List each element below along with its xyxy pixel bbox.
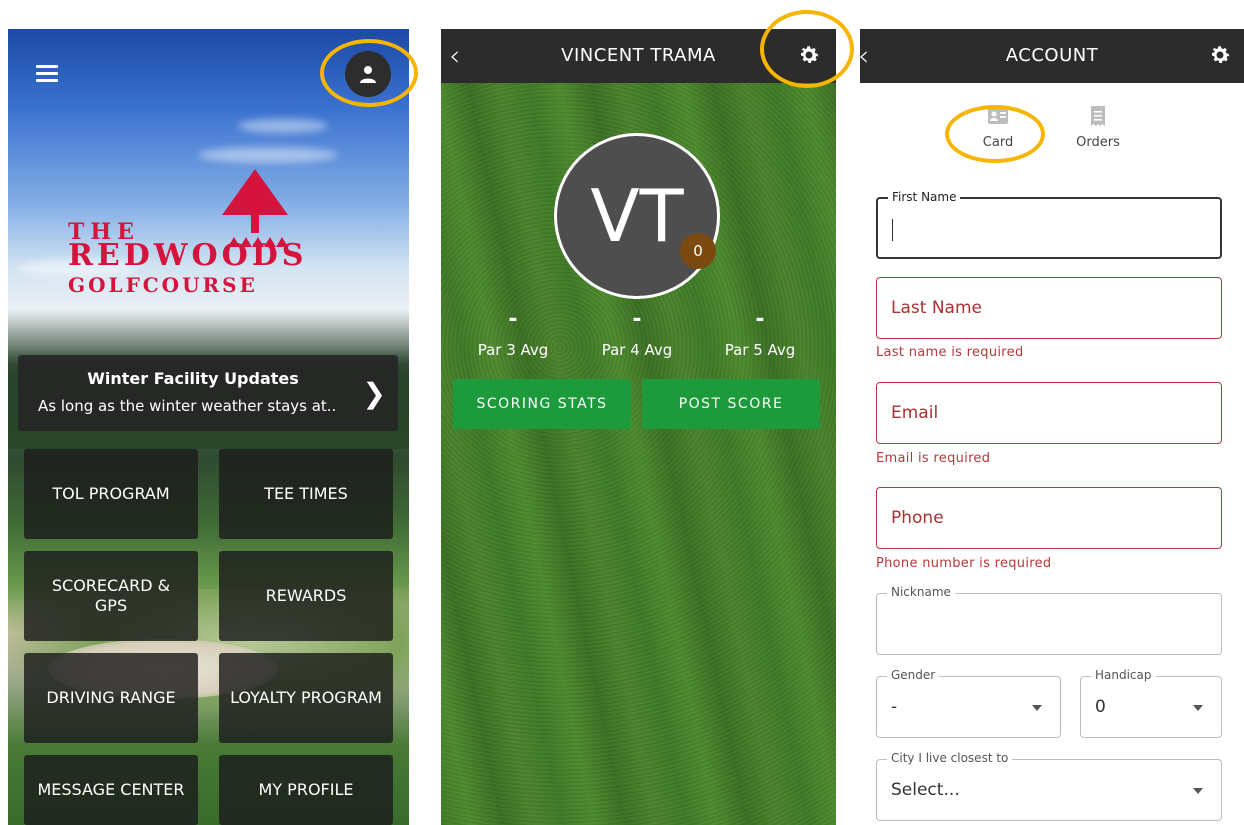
logo-line-2: REDWOODS [68,238,308,273]
last-name-field[interactable]: Last Name [876,277,1222,339]
home-screen: THE REDWOODS GOLFCOURSE Winter Facility … [8,29,409,825]
email-placeholder: Email [891,403,939,423]
phone-placeholder: Phone [891,508,944,528]
stat-value: - [632,307,642,332]
tab-orders-label: Orders [1076,135,1120,150]
stat-label: Par 4 Avg [601,341,673,359]
profile-title: VINCENT TRAMA [561,45,716,66]
gear-icon[interactable] [797,43,821,67]
chevron-down-icon [1193,705,1203,711]
profile-header: ‹ VINCENT TRAMA [441,29,836,83]
last-name-error: Last name is required [876,345,1024,360]
tab-orders[interactable]: Orders [1063,105,1133,150]
tile-tol-program[interactable]: TOL PROGRAM [24,449,198,539]
tile-tee-times[interactable]: TEE TIMES [219,449,393,539]
city-select[interactable]: City I live closest to Select... [876,751,1222,821]
email-error: Email is required [876,451,991,466]
first-name-field[interactable]: First Name [876,190,1222,259]
banner-title: Winter Facility Updates [87,369,299,388]
first-name-label: First Name [888,190,961,204]
tile-loyalty-program[interactable]: LOYALTY PROGRAM [219,653,393,743]
post-score-button[interactable]: POST SCORE [642,379,820,429]
nickname-field[interactable]: Nickname [876,585,1222,655]
cloud [238,119,328,133]
banner-subtitle: As long as the winter weather stays at.. [38,397,337,415]
email-field[interactable]: Email [876,382,1222,444]
account-screen: ‹ ACCOUNT Card Orders First Name Last Na… [860,29,1244,825]
hamburger-menu-icon[interactable] [36,65,58,83]
nickname-label: Nickname [887,585,955,599]
user-icon [360,66,376,83]
logo-line-3: GOLFCOURSE [68,273,258,297]
news-banner[interactable]: Winter Facility Updates As long as the w… [18,355,398,431]
tab-card[interactable]: Card [963,105,1033,150]
handicap-select[interactable]: Handicap 0 [1080,668,1222,738]
gear-icon[interactable] [1208,43,1232,67]
phone-field[interactable]: Phone [876,487,1222,549]
last-name-placeholder: Last Name [891,298,982,318]
gender-value: - [891,697,898,717]
profile-avatar[interactable]: VT [554,133,720,299]
scoring-stats-button[interactable]: SCORING STATS [453,379,631,429]
phone-error: Phone number is required [876,556,1052,571]
city-value: Select... [891,780,960,800]
user-profile-button[interactable] [345,51,391,97]
tile-driving-range[interactable]: DRIVING RANGE [24,653,198,743]
cloud [198,147,338,163]
redwoods-logo: THE REDWOODS GOLFCOURSE [68,169,353,299]
stat-label: Par 3 Avg [477,341,549,359]
chevron-right-icon[interactable]: ❯ [363,377,386,410]
tile-scorecard-gps[interactable]: SCORECARD & GPS [24,551,198,641]
stat-par5: - Par 5 Avg [705,307,815,359]
account-header: ‹ ACCOUNT [860,29,1244,83]
handicap-label: Handicap [1091,668,1156,682]
handicap-value: 0 [1095,697,1106,717]
stat-par4: - Par 4 Avg [582,307,692,359]
redwood-tree-icon [222,169,288,247]
chevron-down-icon [1032,705,1042,711]
points-badge: 0 [680,233,716,269]
receipt-icon [1091,106,1105,126]
text-caret [892,219,893,241]
tile-message-center[interactable]: MESSAGE CENTER [24,755,198,825]
tile-my-profile[interactable]: MY PROFILE [219,755,393,825]
city-label: City I live closest to [887,751,1013,765]
id-card-icon [988,108,1008,124]
gender-select[interactable]: Gender - [876,668,1061,738]
gender-label: Gender [887,668,940,682]
tab-card-label: Card [982,135,1014,150]
tile-rewards[interactable]: REWARDS [219,551,393,641]
stat-label: Par 5 Avg [724,341,796,359]
stat-par3: - Par 3 Avg [458,307,568,359]
profile-screen: ‹ VINCENT TRAMA VT 0 - Par 3 Avg - Par 4… [441,29,836,825]
stat-value: - [508,307,518,332]
chevron-down-icon [1193,788,1203,794]
account-title: ACCOUNT [1005,45,1099,66]
stat-value: - [755,307,765,332]
